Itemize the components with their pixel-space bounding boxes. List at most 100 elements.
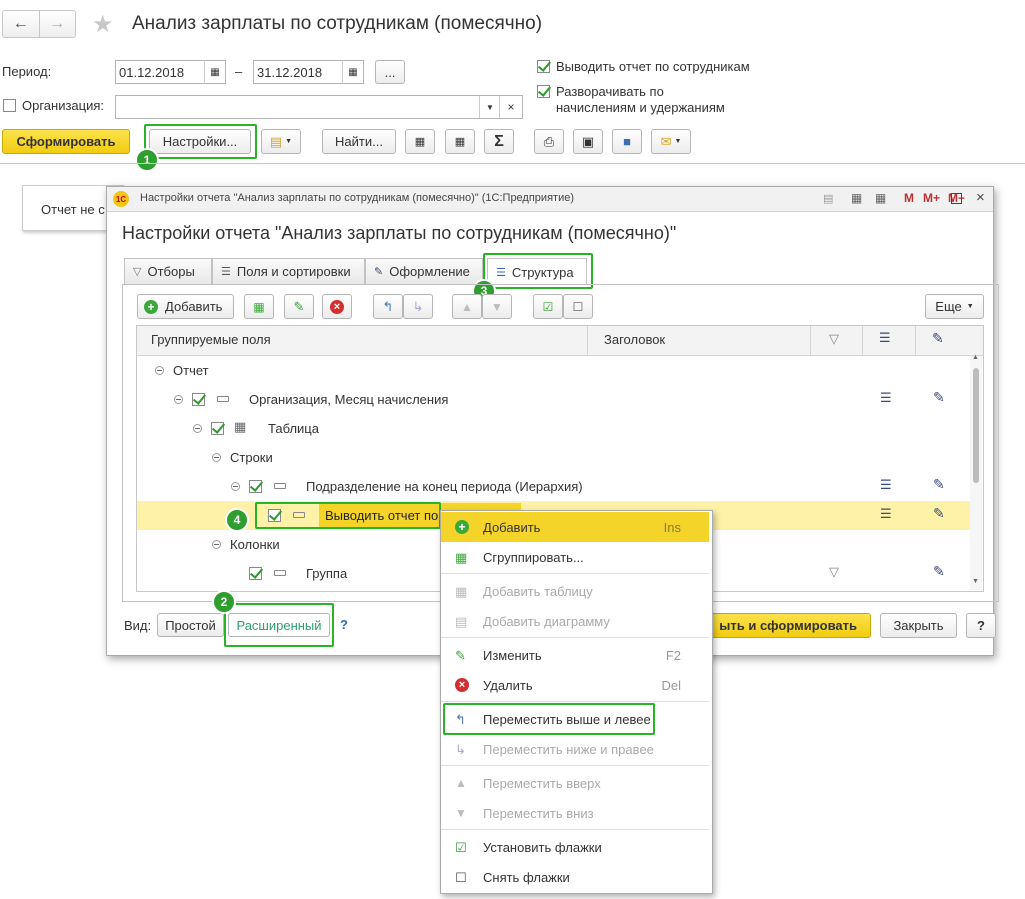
menu-item-uncheck-all[interactable]: ☐ Снять флажки [441,862,709,892]
tab-filters[interactable]: ▽ Отборы [124,258,212,284]
row-checkbox[interactable] [192,393,205,406]
menu-item-move-down[interactable]: ▼ Переместить вниз [441,798,709,828]
menu-item-add[interactable]: + Добавить Ins [441,512,709,542]
dropdown-icon[interactable]: ▼ [479,96,500,118]
row-checkbox[interactable] [249,480,262,493]
by-employee-checkbox[interactable] [537,60,550,73]
scroll-up-icon[interactable]: ▲ [972,354,979,361]
sum-button[interactable]: Σ [484,129,514,154]
move-down-right-button[interactable]: ↳ [403,294,433,319]
delete-icon: × [455,678,469,692]
menu-item-edit[interactable]: ✎ Изменить F2 [441,640,709,670]
menu-separator [441,573,709,574]
tree-row[interactable]: ▦ Таблица [137,414,970,443]
calc-icon[interactable]: ▦ [851,191,862,205]
row-checkbox[interactable] [249,567,262,580]
close-icon[interactable]: × [976,189,985,206]
move-down-button[interactable]: ▼ [482,294,512,319]
variant-button[interactable]: ▤ ▼ [261,129,301,154]
close-generate-button[interactable]: ыть и сформировать [709,613,871,638]
memory-plus-button[interactable]: M+ [923,191,940,205]
delete-button[interactable]: × [322,294,352,319]
collapse-icon[interactable] [174,395,183,404]
tree-row[interactable]: Подразделение на конец периода (Иерархия… [137,472,970,501]
tab-appearance[interactable]: ✎ Оформление [365,258,483,284]
brush-icon[interactable]: ✎ [933,476,945,493]
scroll-thumb[interactable] [973,368,979,483]
calendar-icon[interactable]: ▦ [875,191,886,205]
move-up-left-button[interactable]: ↰ [373,294,403,319]
more-button[interactable]: Еще ▼ [925,294,984,319]
brush-icon[interactable]: ✎ [933,505,945,522]
edit-button[interactable]: ✎ [284,294,314,319]
collapse-icon[interactable] [155,366,164,375]
print-button[interactable]: ⎙ [534,129,564,154]
collapse-icon[interactable] [231,482,240,491]
tab-fields-sorting[interactable]: ☰ Поля и сортировки [212,258,365,284]
find-button[interactable]: Найти... [322,129,396,154]
scroll-down-icon[interactable]: ▼ [972,578,979,585]
generate-button[interactable]: Сформировать [2,129,130,154]
row-checkbox[interactable] [211,422,224,435]
nav-group: ← → [2,10,76,38]
group-button[interactable]: ▦ [244,294,274,319]
close-button[interactable]: Закрыть [880,613,957,638]
calendar-icon[interactable]: ▦ [342,61,363,83]
date-from-field[interactable]: 01.12.2018 ▦ [115,60,226,84]
send-button[interactable]: ✉ ▼ [651,129,691,154]
menu-item-add-table[interactable]: ▦ Добавить таблицу [441,576,709,606]
favorite-star-icon[interactable]: ★ [92,10,114,39]
menu-item-group[interactable]: ▦ Сгруппировать... [441,542,709,572]
tree-scrollbar[interactable]: ▲ ▼ [970,354,982,590]
menu-item-move-down-right[interactable]: ↳ Переместить ниже и правее [441,734,709,764]
check-all-button[interactable]: ☑ [533,294,563,319]
maximize-square-icon[interactable] [951,193,962,204]
date-to-field[interactable]: 31.12.2018 ▦ [253,60,364,84]
calendar-icon[interactable]: ▦ [204,61,225,83]
funnel-icon[interactable]: ▽ [829,564,839,580]
date-to-value: 31.12.2018 [257,64,323,80]
sort-icon[interactable]: ☰ [880,390,892,406]
collapse-icon[interactable] [193,424,202,433]
menu-item-check-all[interactable]: ☑ Установить флажки [441,832,709,862]
help-button[interactable]: ? [966,613,996,638]
expand-checkbox[interactable] [537,85,550,98]
menu-item-add-chart[interactable]: ▤ Добавить диаграмму [441,606,709,636]
brush-icon[interactable]: ✎ [933,563,945,580]
help-link[interactable]: ? [340,617,348,632]
view-extended-highlight [224,603,334,647]
org-label: Организация: [22,98,105,113]
expand-button[interactable]: ▦ [445,129,475,154]
move-up-button[interactable]: ▲ [452,294,482,319]
sort-icon[interactable]: ☰ [880,477,892,493]
menu-item-delete[interactable]: × Удалить Del [441,670,709,700]
doc-icon[interactable]: ▤ [823,192,833,205]
org-field[interactable]: ▼ × [115,95,523,119]
tree-row[interactable]: Отчет [137,356,970,385]
collapse-icon[interactable] [212,453,221,462]
tree-row[interactable]: Организация, Месяц начисления ☰ ✎ [137,385,970,414]
menu-item-move-up[interactable]: ▲ Переместить вверх [441,768,709,798]
preview-button[interactable]: ▣ [573,129,603,154]
memory-button[interactable]: M [904,191,914,205]
uncheck-all-button[interactable]: ☐ [563,294,593,319]
collapse-button[interactable]: ▦ [405,129,435,154]
collapse-icon[interactable] [212,540,221,549]
brush-icon[interactable]: ✎ [933,389,945,406]
arrow-right-icon: → [49,15,66,32]
add-button[interactable]: + Добавить [137,294,234,319]
clear-icon[interactable]: × [499,96,522,118]
col-brush-icon: ✎ [932,330,944,346]
envelope-icon: ✉ [660,133,672,149]
sort-icon[interactable]: ☰ [880,506,892,522]
period-select-button[interactable]: ... [375,60,405,84]
tree-row-label: Подразделение на конец периода (Иерархия… [306,479,583,494]
save-button[interactable]: ■ [612,129,642,154]
tree-row[interactable]: Строки [137,443,970,472]
sort-icon: ☰ [221,266,231,278]
menu-item-label: Добавить диаграмму [483,613,610,629]
org-checkbox[interactable] [3,99,16,112]
forward-button[interactable]: → [40,11,76,37]
view-simple-button[interactable]: Простой [157,613,224,637]
back-button[interactable]: ← [3,11,40,37]
